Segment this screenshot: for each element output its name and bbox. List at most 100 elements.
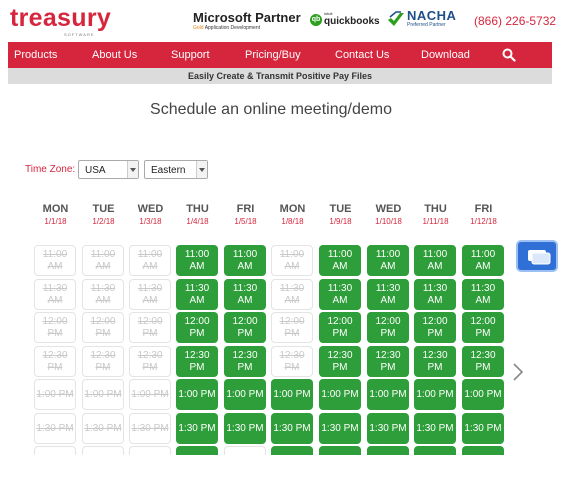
time-slot-available[interactable]: 1:00 PM	[462, 379, 504, 410]
time-slot-available[interactable]: 12:00 PM	[224, 312, 266, 343]
nav-download[interactable]: Download	[421, 42, 470, 68]
time-slot-label: 1:00 PM	[416, 389, 453, 401]
time-slot-label: 12:00 PM	[375, 316, 400, 340]
time-slot-available[interactable]	[367, 446, 409, 455]
time-slot-time: 11:00	[137, 248, 163, 260]
time-slot-available[interactable]: 1:00 PM	[224, 379, 266, 410]
time-slot-time: 12:30	[232, 349, 258, 361]
time-slot-label: 1:30 PM	[84, 423, 121, 435]
time-slot-label: 1:00 PM	[84, 389, 121, 401]
time-slot-meridiem: AM	[427, 260, 443, 272]
time-slot-available[interactable]: 1:00 PM	[414, 379, 456, 410]
country-select[interactable]: USA	[78, 160, 139, 179]
time-slot-available[interactable]: 11:00 AM	[367, 245, 409, 276]
time-slot-unavailable: 11:30 AM	[129, 279, 171, 310]
time-slot-time: 12:00	[279, 315, 305, 327]
time-slot-available[interactable]: 11:00 AM	[224, 245, 266, 276]
time-slot-available[interactable]: 12:30 PM	[319, 346, 361, 377]
day-header: WED 1/10/18	[365, 203, 412, 227]
chat-widget[interactable]	[516, 240, 558, 272]
time-slot-unavailable	[129, 446, 171, 455]
time-slot-available[interactable]: 12:30 PM	[414, 346, 456, 377]
time-slot-time: 1:30 PM	[131, 422, 169, 434]
nav-products[interactable]: Products	[14, 42, 57, 68]
time-slot-available[interactable]: 11:00 AM	[319, 245, 361, 276]
time-slot-meridiem: AM	[47, 294, 63, 306]
nav-about-us[interactable]: About Us	[92, 42, 137, 68]
time-slot-meridiem: AM	[189, 294, 205, 306]
time-slot-label: 12:30 PM	[422, 350, 447, 374]
time-slot-available[interactable]: 12:00 PM	[319, 312, 361, 343]
time-slot-unavailable	[82, 446, 124, 455]
timezone-select[interactable]: Eastern	[144, 160, 208, 179]
time-slot-time: 1:00 PM	[273, 388, 311, 400]
time-slot-available[interactable]: 11:00 AM	[414, 245, 456, 276]
time-slot-available[interactable]: 11:00 AM	[176, 245, 218, 276]
time-slot-label: 11:00 AM	[185, 249, 209, 273]
time-slot-available[interactable]: 12:00 PM	[367, 312, 409, 343]
time-slot-available[interactable]: 11:30 AM	[224, 279, 266, 310]
time-slot-available[interactable]: 1:30 PM	[176, 413, 218, 444]
time-slot-available[interactable]: 11:30 AM	[414, 279, 456, 310]
time-slot-available[interactable]: 1:30 PM	[462, 413, 504, 444]
time-slot-available[interactable]	[462, 446, 504, 455]
time-slot-available[interactable]: 1:30 PM	[319, 413, 361, 444]
time-slot-available[interactable]: 11:30 AM	[176, 279, 218, 310]
time-slot-available[interactable]: 11:30 AM	[462, 279, 504, 310]
search-icon[interactable]	[502, 48, 516, 62]
time-slot-label: 1:30 PM	[416, 423, 453, 435]
time-slot-available[interactable]: 12:30 PM	[224, 346, 266, 377]
time-slot-available[interactable]: 12:30 PM	[462, 346, 504, 377]
time-slot-unavailable: 11:30 AM	[82, 279, 124, 310]
time-slot-available[interactable]	[271, 446, 313, 455]
partner-title: Microsoft Partner	[193, 10, 301, 25]
time-slot-unavailable: 12:00 PM	[82, 312, 124, 343]
phone-number[interactable]: (866) 226-5732	[474, 14, 556, 28]
logo-text: treasury	[10, 4, 112, 32]
time-slot-label: 11:00 AM	[471, 249, 495, 273]
day-date: 1/2/18	[92, 217, 115, 226]
time-slot-label: 12:30 PM	[137, 350, 162, 374]
time-slot-label: 12:00 PM	[279, 316, 304, 340]
qb-name: quickbooks	[324, 16, 380, 27]
nav-support[interactable]: Support	[171, 42, 210, 68]
time-slot-available[interactable]	[414, 446, 456, 455]
time-slot-available[interactable]: 1:30 PM	[414, 413, 456, 444]
time-slot-available[interactable]: 1:00 PM	[176, 379, 218, 410]
treasury-logo[interactable]: treasury SOFTWARE	[10, 4, 112, 38]
time-slot-available[interactable]: 1:30 PM	[367, 413, 409, 444]
time-slot-available[interactable]: 1:30 PM	[271, 413, 313, 444]
time-slot-available[interactable]: 12:30 PM	[367, 346, 409, 377]
time-slot-meridiem: AM	[47, 260, 63, 272]
time-slot-available[interactable]: 1:30 PM	[224, 413, 266, 444]
partner-level: Gold	[193, 25, 204, 31]
country-select-value: USA	[85, 165, 106, 176]
time-slot-available[interactable]: 1:00 PM	[367, 379, 409, 410]
time-slot-available[interactable]: 1:00 PM	[271, 379, 313, 410]
time-slot-available[interactable]: 11:30 AM	[319, 279, 361, 310]
chevron-down-icon	[196, 161, 207, 178]
chevron-right-icon[interactable]	[511, 362, 525, 382]
time-slot-label: 1:00 PM	[131, 389, 168, 401]
time-slot-meridiem: AM	[475, 294, 491, 306]
time-slot-time: 12:30	[327, 349, 353, 361]
time-slot-available[interactable]	[319, 446, 361, 455]
time-slot-available[interactable]: 12:00 PM	[414, 312, 456, 343]
time-slot-available[interactable]: 11:00 AM	[462, 245, 504, 276]
time-slot-time: 12:30	[137, 349, 163, 361]
time-slot-unavailable	[34, 446, 76, 455]
nav-pricing-buy[interactable]: Pricing/Buy	[245, 42, 301, 68]
day-header: FRI 1/12/18	[460, 203, 507, 227]
time-slot-unavailable: 11:30 AM	[271, 279, 313, 310]
time-slot-available[interactable]: 12:30 PM	[176, 346, 218, 377]
time-slot-available[interactable]: 1:00 PM	[319, 379, 361, 410]
time-slot-available[interactable]	[176, 446, 218, 455]
main-nav: Products About Us Support Pricing/Buy Co…	[8, 42, 552, 68]
time-slot-available[interactable]: 12:00 PM	[462, 312, 504, 343]
time-slot-available[interactable]: 12:00 PM	[176, 312, 218, 343]
nav-contact-us[interactable]: Contact Us	[335, 42, 389, 68]
time-slot-time: 1:00 PM	[36, 388, 74, 400]
day-header: THU 1/4/18	[174, 203, 221, 227]
time-slot-available[interactable]: 11:30 AM	[367, 279, 409, 310]
time-slot-time: 12:30	[470, 349, 496, 361]
